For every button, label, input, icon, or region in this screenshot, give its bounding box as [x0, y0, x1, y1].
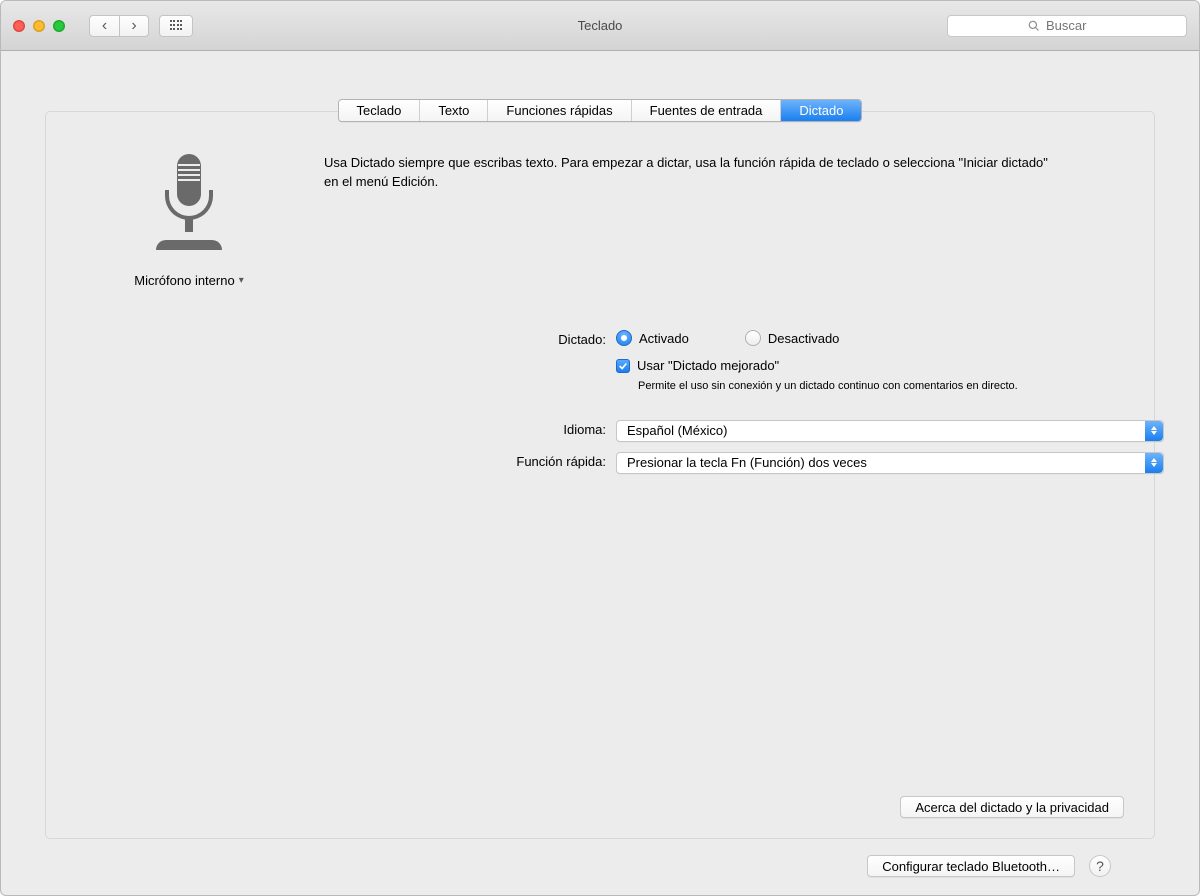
label-language: Idioma:: [76, 420, 616, 437]
description-text: Usa Dictado siempre que escribas texto. …: [324, 150, 1124, 288]
chevron-left-icon: [102, 17, 107, 35]
tab-dictado[interactable]: Dictado: [781, 100, 861, 121]
shortcut-value: Presionar la tecla Fn (Función) dos vece…: [627, 455, 867, 470]
tabbar: Teclado Texto Funciones rápidas Fuentes …: [338, 99, 863, 122]
panel-footer: Acerca del dictado y la privacidad: [76, 796, 1124, 818]
search-icon: [1028, 20, 1040, 32]
microphone-selector[interactable]: Micrófono interno ▾: [134, 273, 243, 288]
titlebar: Teclado: [1, 1, 1199, 51]
traffic-lights: [13, 20, 65, 32]
top-row: Micrófono interno ▾ Usa Dictado siempre …: [76, 150, 1124, 288]
language-value: Español (México): [627, 423, 727, 438]
window-title: Teclado: [578, 18, 623, 33]
tab-texto[interactable]: Texto: [420, 100, 488, 121]
window-footer: Configurar teclado Bluetooth… ?: [45, 839, 1155, 877]
enhanced-helper-text: Permite el uso sin conexión y un dictado…: [638, 379, 1038, 394]
content-area: Teclado Texto Funciones rápidas Fuentes …: [1, 51, 1199, 895]
search-field-wrap: [947, 15, 1187, 37]
checkbox-indicator: [616, 359, 630, 373]
label-shortcut: Función rápida:: [76, 452, 616, 469]
about-privacy-label: Acerca del dictado y la privacidad: [915, 800, 1109, 815]
show-all-button[interactable]: [159, 15, 193, 37]
tab-fuentes[interactable]: Fuentes de entrada: [632, 100, 782, 121]
chevron-down-icon: ▾: [239, 275, 244, 286]
zoom-window-button[interactable]: [53, 20, 65, 32]
language-select[interactable]: Español (México): [616, 420, 1164, 442]
tabbar-wrap: Teclado Texto Funciones rápidas Fuentes …: [45, 99, 1155, 122]
nav-back-forward: [89, 15, 149, 37]
radio-on-indicator: [616, 330, 632, 346]
grid-icon: [170, 20, 182, 32]
configure-bluetooth-keyboard-button[interactable]: Configurar teclado Bluetooth…: [867, 855, 1075, 877]
help-icon: ?: [1096, 858, 1104, 874]
checkbox-enhanced-label: Usar "Dictado mejorado": [637, 358, 779, 373]
close-window-button[interactable]: [13, 20, 25, 32]
search-input[interactable]: [1046, 18, 1106, 33]
row-shortcut: Función rápida: Presionar la tecla Fn (F…: [76, 452, 1124, 474]
radio-on-label: Activado: [639, 331, 689, 346]
chevron-right-icon: [131, 17, 136, 35]
tab-funciones[interactable]: Funciones rápidas: [488, 100, 631, 121]
microphone-label: Micrófono interno: [134, 273, 234, 288]
search-field[interactable]: [947, 15, 1187, 37]
minimize-window-button[interactable]: [33, 20, 45, 32]
bluetooth-button-label: Configurar teclado Bluetooth…: [882, 859, 1060, 874]
dictation-radio-group: Activado Desactivado: [616, 330, 1124, 346]
shortcut-select[interactable]: Presionar la tecla Fn (Función) dos vece…: [616, 452, 1164, 474]
radio-off-indicator: [745, 330, 761, 346]
radio-dictation-off[interactable]: Desactivado: [745, 330, 840, 346]
panel-dictado: Micrófono interno ▾ Usa Dictado siempre …: [45, 111, 1155, 839]
back-button[interactable]: [89, 15, 119, 37]
checkbox-enhanced-dictation[interactable]: Usar "Dictado mejorado": [616, 358, 1124, 373]
about-dictation-privacy-button[interactable]: Acerca del dictado y la privacidad: [900, 796, 1124, 818]
radio-dictation-on[interactable]: Activado: [616, 330, 689, 346]
updown-arrows-icon: [1145, 421, 1163, 441]
checkmark-icon: [618, 361, 628, 371]
settings-form: Dictado: Activado Desactivado: [76, 330, 1124, 484]
row-language: Idioma: Español (México): [76, 420, 1124, 442]
row-dictation: Dictado: Activado Desactivado: [76, 330, 1124, 394]
help-button[interactable]: ?: [1089, 855, 1111, 877]
tab-teclado[interactable]: Teclado: [339, 100, 421, 121]
forward-button[interactable]: [119, 15, 149, 37]
microphone-icon: [156, 154, 222, 259]
preferences-window: Teclado Teclado Texto Funciones rápidas …: [0, 0, 1200, 896]
updown-arrows-icon: [1145, 453, 1163, 473]
radio-off-label: Desactivado: [768, 331, 840, 346]
label-dictation: Dictado:: [76, 330, 616, 347]
microphone-column: Micrófono interno ▾: [76, 150, 302, 288]
